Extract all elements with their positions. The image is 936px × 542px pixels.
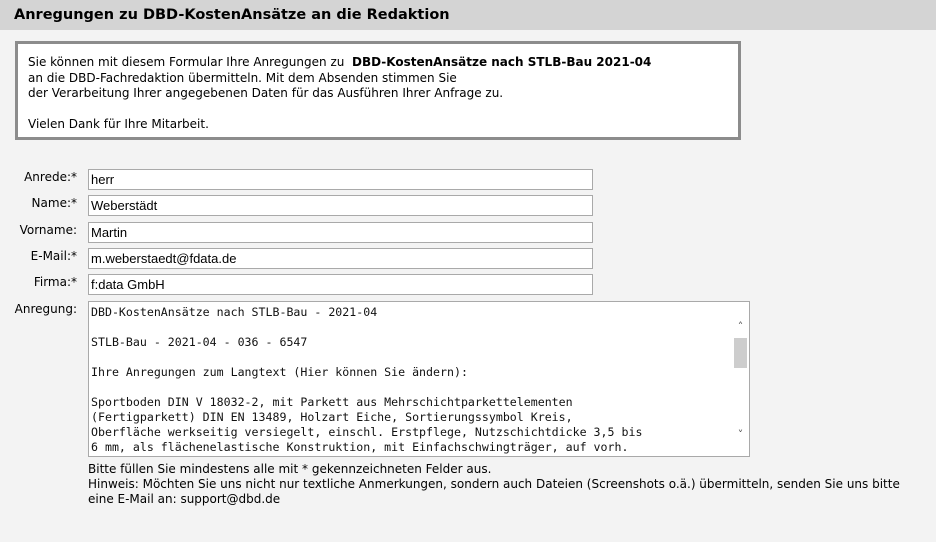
anrede-field[interactable]: herr <box>88 169 593 190</box>
info-line-1-prefix: Sie können mit diesem Formular Ihre Anre… <box>28 55 345 69</box>
vorname-field[interactable]: Martin <box>88 222 593 243</box>
info-box: Sie können mit diesem Formular Ihre Anre… <box>15 41 741 140</box>
info-line-1: Sie können mit diesem Formular Ihre Anre… <box>28 55 728 71</box>
anregung-label: Anregung: <box>14 302 77 316</box>
name-field[interactable]: Weberstädt <box>88 195 593 216</box>
product-name: DBD-KostenAnsätze nach STLB-Bau 2021-04 <box>351 55 652 69</box>
vorname-label: Vorname: <box>19 223 77 237</box>
anrede-label: Anrede:* <box>24 170 77 184</box>
email-label: E-Mail:* <box>30 249 77 263</box>
files-hint: Hinweis: Möchten Sie uns nicht nur textl… <box>88 477 900 506</box>
required-hint: Bitte füllen Sie mindestens alle mit * g… <box>88 462 492 476</box>
anregung-textarea[interactable]: DBD-KostenAnsätze nach STLB-Bau - 2021-0… <box>88 301 750 457</box>
scrollbar-thumb[interactable] <box>734 338 747 368</box>
thanks-text: Vielen Dank für Ihre Mitarbeit. <box>28 116 209 131</box>
hint-text: Bitte füllen Sie mindestens alle mit * g… <box>88 462 928 507</box>
firma-field[interactable]: f:data GmbH <box>88 274 593 295</box>
textarea-scrollbar[interactable]: ˄ ˅ <box>732 302 749 456</box>
chevron-up-icon[interactable]: ˄ <box>732 318 749 335</box>
chevron-down-icon[interactable]: ˅ <box>732 426 749 443</box>
info-line-2: an die DBD-Fachredaktion übermitteln. Mi… <box>28 70 457 85</box>
info-line-3: der Verarbeitung Ihrer angegebenen Daten… <box>28 86 504 100</box>
page-title: Anregungen zu DBD-KostenAnsätze an die R… <box>0 0 936 30</box>
name-label: Name:* <box>31 196 77 210</box>
firma-label: Firma:* <box>33 275 77 289</box>
anregung-text[interactable]: DBD-KostenAnsätze nach STLB-Bau - 2021-0… <box>91 305 731 455</box>
email-field[interactable]: m.weberstaedt@fdata.de <box>88 248 593 269</box>
